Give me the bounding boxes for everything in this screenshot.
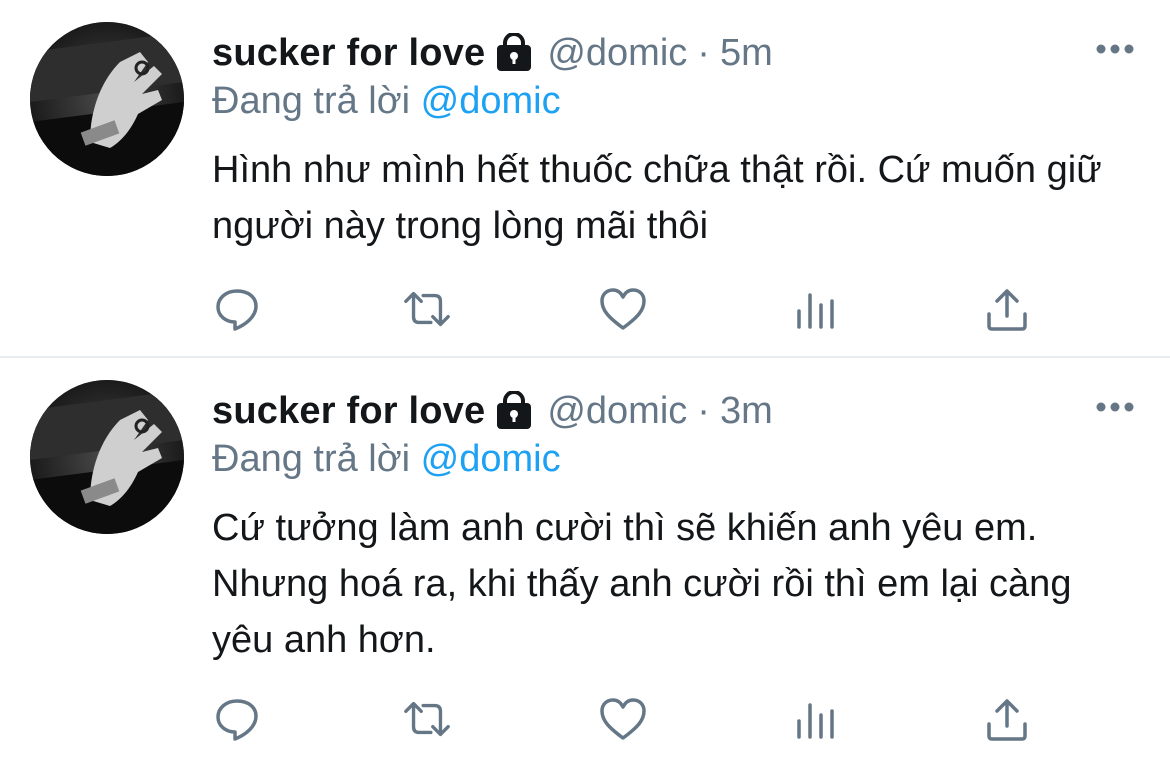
reply-icon[interactable]	[212, 694, 262, 744]
share-icon[interactable]	[982, 284, 1032, 334]
analytics-icon[interactable]	[790, 694, 840, 744]
separator-dot: ·	[697, 32, 710, 74]
replying-prefix: Đang trả lời	[212, 80, 411, 122]
display-name[interactable]: sucker for love	[212, 30, 485, 76]
tweet-text: Cứ tưởng làm anh cười thì sẽ khiến anh y…	[212, 507, 1072, 661]
display-name[interactable]: sucker for love	[212, 388, 485, 434]
replying-to: Đang trả lời @domic	[212, 78, 561, 124]
lock-icon	[495, 390, 533, 431]
user-handle[interactable]: @domic	[547, 30, 687, 76]
separator-dot: ·	[697, 390, 710, 432]
user-handle[interactable]: @domic	[547, 388, 687, 434]
more-options-icon[interactable]	[1090, 392, 1140, 422]
tweet-text: Hình như mình hết thuốc chữa thật rồi. C…	[212, 149, 1102, 247]
lock-icon	[495, 32, 533, 73]
analytics-icon[interactable]	[790, 284, 840, 334]
avatar[interactable]	[30, 380, 184, 534]
tweet-header: sucker for love @domic · 3m	[212, 388, 773, 434]
replying-to: Đang trả lời @domic	[212, 436, 561, 482]
timestamp[interactable]: 3m	[720, 388, 773, 434]
tweet[interactable]: sucker for love @domic · 3m Đang trả lời…	[0, 358, 1170, 766]
retweet-icon[interactable]	[402, 284, 452, 334]
action-bar	[212, 694, 1072, 744]
avatar-image	[30, 22, 184, 176]
timestamp[interactable]: 5m	[720, 30, 773, 76]
retweet-icon[interactable]	[402, 694, 452, 744]
reply-icon[interactable]	[212, 284, 262, 334]
replying-prefix: Đang trả lời	[212, 438, 411, 480]
tweet[interactable]: sucker for love @domic · 5m Đang trả lời…	[0, 0, 1170, 356]
tweet-header: sucker for love @domic · 5m	[212, 30, 773, 76]
share-icon[interactable]	[982, 694, 1032, 744]
mention-link[interactable]: @domic	[421, 438, 561, 480]
action-bar	[212, 284, 1072, 334]
more-options-icon[interactable]	[1090, 34, 1140, 64]
like-icon[interactable]	[598, 284, 648, 334]
mention-link[interactable]: @domic	[421, 80, 561, 122]
like-icon[interactable]	[598, 694, 648, 744]
avatar[interactable]	[30, 22, 184, 176]
avatar-image	[30, 380, 184, 534]
